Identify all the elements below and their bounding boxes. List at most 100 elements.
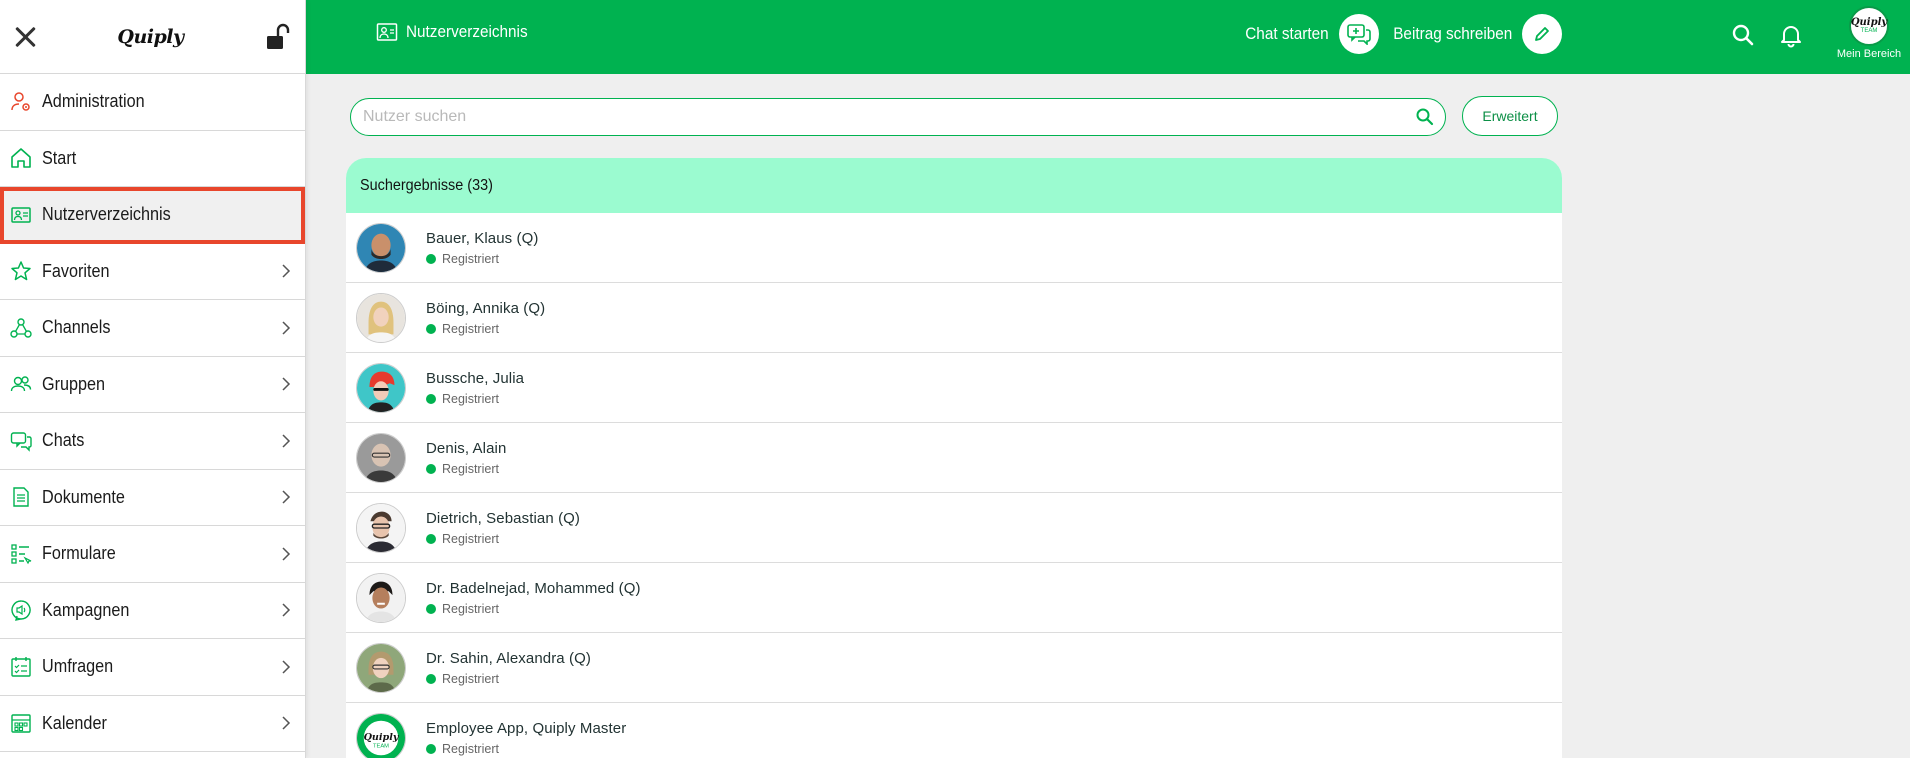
unlock-icon[interactable]	[265, 22, 291, 52]
sidebar-top: Quiply	[0, 0, 305, 74]
pencil-icon	[1535, 27, 1550, 41]
chevron-right-icon	[282, 716, 291, 730]
app: Quiply Administration Start Nutzerverzei…	[0, 0, 1910, 758]
sidebar-item-label: Channels	[42, 317, 111, 338]
top-header: Nutzerverzeichnis Chat starten Beitrag s…	[306, 0, 1910, 74]
chevron-right-icon	[282, 547, 291, 561]
results-title: Suchergebnisse (33)	[360, 176, 493, 194]
groups-icon	[10, 376, 32, 392]
user-name: Bussche, Julia	[426, 369, 525, 387]
status-dot	[426, 603, 436, 614]
user-info: Dr. Badelnejad, Mohammed (Q) Registriert	[426, 580, 641, 616]
bell-icon[interactable]	[1778, 22, 1804, 48]
avatar	[356, 362, 406, 413]
search-input[interactable]	[351, 99, 1391, 134]
status-label: Registriert	[442, 391, 499, 406]
directory-icon	[11, 207, 31, 223]
list-item[interactable]: Bauer, Klaus (Q) Registriert	[346, 213, 1562, 283]
list-item[interactable]: Quiply TEAM Employee App, Quiply Master R…	[346, 703, 1562, 758]
close-icon[interactable]	[14, 26, 36, 48]
status-badge: Registriert	[426, 602, 641, 616]
main-content: Erweitert Suchergebnisse (33) Bauer, Kla…	[306, 74, 1910, 758]
user-name: Dietrich, Sebastian (Q)	[426, 509, 581, 527]
avatar	[356, 572, 406, 623]
user-name: Dr. Sahin, Alexandra (Q)	[426, 649, 591, 667]
sidebar-item-channels[interactable]: Channels	[0, 300, 305, 357]
user-name: Employee App, Quiply Master	[426, 719, 627, 737]
sidebar-item-dokumente[interactable]: Dokumente	[0, 470, 305, 526]
list-item[interactable]: Denis, Alain Registriert	[346, 423, 1562, 493]
list-item[interactable]: Dietrich, Sebastian (Q) Registriert	[346, 493, 1562, 563]
list-item[interactable]: Böing, Annika (Q) Registriert	[346, 283, 1562, 353]
chat-start-circle	[1338, 14, 1379, 54]
user-info: Dr. Sahin, Alexandra (Q) Registriert	[426, 650, 591, 686]
home-icon	[11, 148, 31, 169]
quiply-logo: Quiply	[117, 25, 184, 48]
search-icon[interactable]	[1415, 107, 1435, 127]
user-info: Böing, Annika (Q) Registriert	[426, 300, 545, 336]
sidebar-item-nutzerverzeichnis[interactable]: Nutzerverzeichnis	[0, 187, 305, 244]
chevron-right-icon	[282, 434, 291, 448]
my-area-button[interactable]: Quiply TEAM Mein Bereich	[1836, 6, 1902, 60]
sidebar-item-kalender[interactable]: Kalender	[0, 696, 305, 752]
sidebar-item-label: Formulare	[42, 543, 116, 564]
sidebar-item-label: Administration	[42, 91, 145, 112]
status-badge: Registriert	[426, 322, 545, 336]
chevron-right-icon	[282, 321, 291, 335]
user-info: Denis, Alain Registriert	[426, 440, 506, 476]
user-search-box	[350, 98, 1446, 136]
sidebar-item-kampagnen[interactable]: Kampagnen	[0, 583, 305, 639]
search-icon[interactable]	[1730, 22, 1756, 48]
results-panel: Suchergebnisse (33) Bauer, Klaus (Q) Reg…	[346, 158, 1562, 758]
svg-text:Quiply: Quiply	[364, 731, 400, 742]
chat-start-button[interactable]: Chat starten	[1236, 14, 1379, 54]
chevron-right-icon	[282, 603, 291, 617]
sidebar: Quiply Administration Start Nutzerverzei…	[0, 0, 306, 758]
status-badge: Registriert	[426, 462, 506, 476]
status-dot	[426, 743, 436, 754]
list-item[interactable]: Dr. Sahin, Alexandra (Q) Registriert	[346, 633, 1562, 703]
sidebar-item-start[interactable]: Start	[0, 131, 305, 187]
status-badge: Registriert	[426, 532, 580, 546]
user-name: Denis, Alain	[426, 439, 507, 457]
page-title: Nutzerverzeichnis	[406, 22, 528, 41]
sidebar-item-formulare[interactable]: Formulare	[0, 526, 305, 583]
write-post-label: Beitrag schreiben	[1393, 24, 1513, 43]
status-label: Registriert	[442, 601, 499, 616]
status-label: Registriert	[442, 251, 499, 266]
sidebar-item-chats[interactable]: Chats	[0, 413, 305, 470]
status-label: Registriert	[442, 531, 499, 546]
sidebar-item-gruppen[interactable]: Gruppen	[0, 357, 305, 413]
svg-text:TEAM: TEAM	[373, 743, 389, 749]
avatar: QuiplyTEAM	[356, 712, 406, 758]
sidebar-item-label: Nutzerverzeichnis	[42, 204, 171, 225]
status-dot	[426, 253, 436, 264]
sidebar-nav: Administration Start Nutzerverzeichnis F…	[0, 74, 305, 752]
new-chat-icon	[1346, 24, 1371, 45]
list-item[interactable]: Dr. Badelnejad, Mohammed (Q) Registriert	[346, 563, 1562, 633]
sidebar-item-favoriten[interactable]: Favoriten	[0, 244, 305, 300]
user-name: Bauer, Klaus (Q)	[426, 229, 539, 247]
advanced-search-button[interactable]: Erweitert	[1462, 96, 1558, 136]
status-badge: Registriert	[426, 672, 591, 686]
my-avatar-team: TEAM	[1860, 27, 1878, 34]
avatar	[356, 292, 406, 343]
sidebar-item-administration[interactable]: Administration	[0, 74, 305, 131]
sidebar-item-label: Umfragen	[42, 656, 114, 677]
status-label: Registriert	[442, 741, 499, 756]
sidebar-item-umfragen[interactable]: Umfragen	[0, 639, 305, 696]
chevron-right-icon	[282, 660, 291, 674]
sidebar-item-label: Gruppen	[42, 373, 106, 394]
chevron-right-icon	[282, 490, 291, 504]
results-header: Suchergebnisse (33)	[346, 158, 1562, 213]
avatar	[356, 222, 406, 273]
status-dot	[426, 323, 436, 334]
sidebar-item-label: Kalender	[42, 712, 107, 733]
write-post-button[interactable]: Beitrag schreiben	[1380, 14, 1563, 54]
sidebar-item-label: Start	[42, 147, 77, 168]
user-info: Bauer, Klaus (Q) Registriert	[426, 230, 538, 266]
star-icon	[11, 261, 31, 281]
avatar: Quiply TEAM	[1849, 6, 1889, 46]
list-item[interactable]: Bussche, Julia Registriert	[346, 353, 1562, 423]
user-info: Employee App, Quiply Master Registriert	[426, 720, 626, 756]
